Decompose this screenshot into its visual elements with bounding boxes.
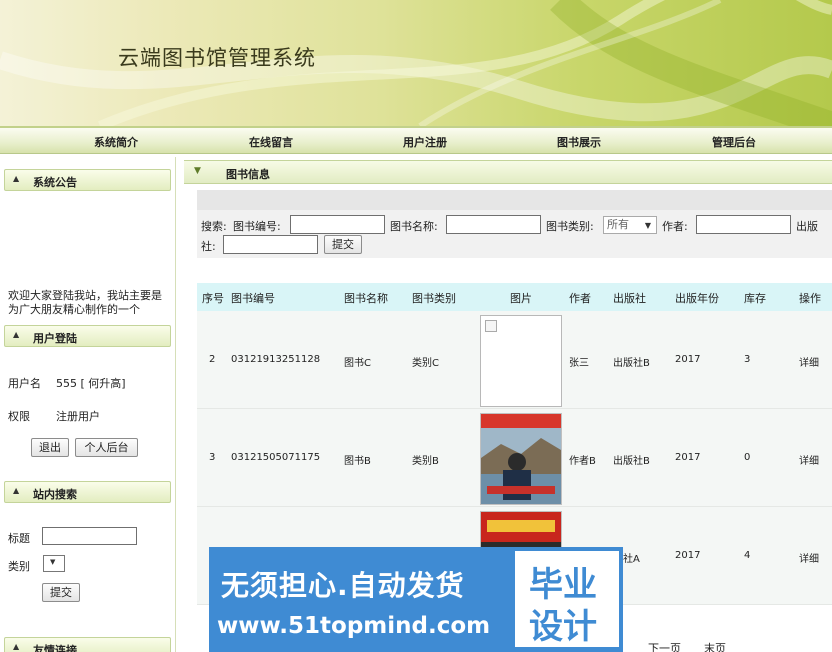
- category-select[interactable]: 所有 ▼: [603, 216, 657, 234]
- detail-link[interactable]: 详细: [799, 452, 819, 467]
- cell-index: 2: [209, 354, 216, 365]
- book-image: [480, 315, 562, 407]
- login-header: ▲ 用户登陆: [4, 325, 171, 347]
- book-name-label: 图书名称:: [390, 220, 438, 233]
- table-header: 序号 图书编号 图书名称 图书类别 图片 作者 出版社 出版年份 库存 操作: [197, 283, 832, 311]
- column-header: 图书编号: [231, 292, 275, 305]
- column-header: 出版社: [613, 292, 646, 305]
- detail-link[interactable]: 详细: [799, 354, 819, 369]
- book-info-title: 图书信息: [226, 168, 270, 181]
- book-no-input[interactable]: [290, 215, 385, 234]
- site-search-header: ▲ 站内搜索: [4, 481, 171, 503]
- cell-book-no: 03121913251128: [231, 354, 321, 365]
- table-row: 2 03121913251128 图书C 类别C 张三 出版社B 2017 3 …: [197, 311, 832, 409]
- watermark-line2: www.51topmind.com: [217, 613, 491, 639]
- collapse-arrow-icon: ▲: [13, 174, 20, 183]
- collapse-arrow-icon: ▲: [13, 642, 20, 651]
- search-category-label: 类别: [8, 560, 30, 573]
- column-header: 作者: [569, 292, 591, 305]
- broken-image-icon: [485, 320, 497, 332]
- watermark-line1: 无须担心.自动发货: [221, 569, 465, 602]
- left-sidebar: ▲ 系统公告 欢迎大家登陆我站，我站主要是为广大朋友精心制作的一个 ▲ 用户登陆…: [0, 157, 176, 652]
- search-category-select[interactable]: [43, 555, 65, 572]
- nav-item-admin[interactable]: 管理后台: [712, 134, 756, 150]
- watermark-box: 毕业 设计: [515, 551, 619, 647]
- last-page-link[interactable]: 末页: [704, 640, 726, 652]
- book-cover-graphic: [481, 414, 561, 504]
- column-header: 库存: [744, 292, 766, 305]
- publisher-label-part1: 出版: [796, 220, 818, 233]
- notice-title: 系统公告: [33, 176, 77, 189]
- app-title: 云端图书馆管理系统: [118, 46, 316, 70]
- cell-book-name: 图书B: [344, 456, 371, 467]
- next-page-link[interactable]: 下一页: [648, 640, 681, 652]
- cell-publisher: 出版社B: [613, 358, 650, 369]
- expand-triangle-icon: ▼: [194, 166, 201, 176]
- username-value: 555 [ 何升高]: [56, 377, 126, 390]
- table-row: 3 03121505071175 图书B 类别B 作者B 出版社B 2017 0…: [197, 409, 832, 507]
- site-search-title: 站内搜索: [33, 488, 77, 501]
- author-label: 作者:: [662, 220, 688, 233]
- cell-index: 3: [209, 452, 216, 463]
- personal-backend-button[interactable]: 个人后台: [75, 438, 138, 457]
- role-label: 权限: [8, 410, 30, 423]
- username-label: 用户名: [8, 377, 41, 390]
- links-title: 友情连接: [33, 644, 77, 652]
- cell-year: 2017: [675, 452, 701, 463]
- cell-book-name: 图书C: [344, 358, 371, 369]
- nav-item-intro[interactable]: 系统简介: [94, 134, 138, 150]
- author-input[interactable]: [696, 215, 791, 234]
- book-cover-image: [480, 413, 562, 505]
- column-header: 序号: [202, 292, 224, 305]
- publisher-input[interactable]: [223, 235, 318, 254]
- column-header: 操作: [799, 292, 821, 305]
- divider-strip: [197, 190, 832, 210]
- cell-author: 作者B: [569, 456, 596, 467]
- book-no-label: 图书编号:: [233, 220, 281, 233]
- cell-stock: 3: [744, 354, 751, 365]
- cell-category: 类别B: [412, 456, 439, 467]
- nav-item-books[interactable]: 图书展示: [557, 134, 601, 150]
- login-title: 用户登陆: [33, 332, 77, 345]
- role-value: 注册用户: [56, 410, 100, 423]
- cell-category: 类别C: [412, 358, 439, 369]
- cell-year: 2017: [675, 550, 701, 561]
- cell-book-no: 03121505071175: [231, 452, 321, 463]
- logout-button[interactable]: 退出: [31, 438, 69, 457]
- links-header: ▲ 友情连接: [4, 637, 171, 652]
- book-search-submit[interactable]: 提交: [324, 235, 362, 254]
- nav-item-messages[interactable]: 在线留言: [249, 134, 293, 150]
- cell-year: 2017: [675, 354, 701, 365]
- category-label: 图书类别:: [546, 220, 594, 233]
- sidebar-search-submit[interactable]: 提交: [42, 583, 80, 602]
- header-banner: 云端图书馆管理系统: [0, 0, 832, 126]
- cell-publisher: 出版社B: [613, 456, 650, 467]
- category-select-value: 所有: [607, 218, 629, 231]
- column-header: 出版年份: [675, 292, 719, 305]
- publisher-label-part2: 社:: [201, 240, 216, 253]
- cell-author: 张三: [569, 358, 589, 369]
- dropdown-caret-icon: ▼: [644, 221, 651, 230]
- notice-header: ▲ 系统公告: [4, 169, 171, 191]
- nav-item-register[interactable]: 用户注册: [403, 134, 447, 150]
- cell-stock: 0: [744, 452, 751, 463]
- search-title-label: 标题: [8, 532, 30, 545]
- top-navigation: 系统简介 在线留言 用户注册 图书展示 管理后台: [0, 126, 832, 154]
- collapse-arrow-icon: ▲: [13, 486, 20, 495]
- column-header: 图书名称: [344, 292, 388, 305]
- book-name-input[interactable]: [446, 215, 541, 234]
- collapse-arrow-icon: ▲: [13, 330, 20, 339]
- notice-text: 欢迎大家登陆我站，我站主要是为广大朋友精心制作的一个: [8, 289, 162, 316]
- column-header: 图片: [510, 292, 532, 305]
- book-info-header: ▼ 图书信息: [184, 160, 832, 184]
- column-header: 图书类别: [412, 292, 456, 305]
- detail-link[interactable]: 详细: [799, 550, 819, 565]
- watermark-box-text2: 设计: [529, 607, 597, 647]
- book-search-bar: 搜索: 图书编号: 图书名称: 图书类别: 所有 ▼ 作者: 出版 社: 提交: [197, 210, 832, 258]
- search-title-input[interactable]: [42, 527, 137, 545]
- search-prefix: 搜索:: [201, 220, 227, 233]
- cell-stock: 4: [744, 550, 751, 561]
- watermark-banner: 无须担心.自动发货 www.51topmind.com 毕业 设计: [209, 547, 623, 652]
